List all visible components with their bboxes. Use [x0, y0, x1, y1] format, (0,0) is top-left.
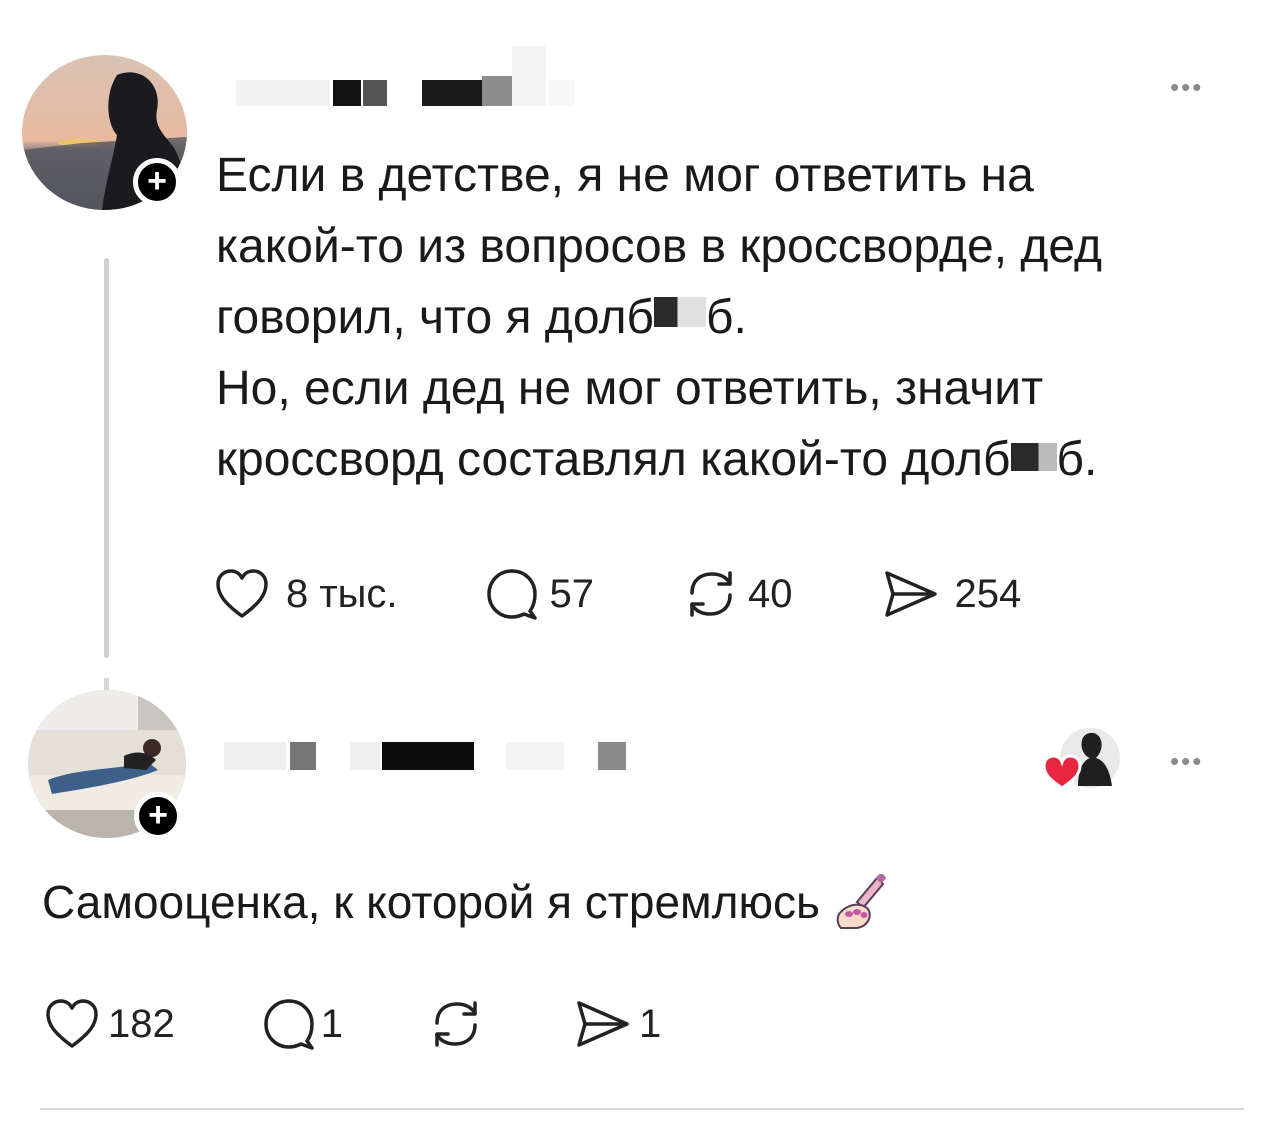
- reply-repost-button[interactable]: [427, 995, 485, 1053]
- reply-like-button[interactable]: 182: [44, 997, 175, 1051]
- redacted-block: [512, 46, 546, 106]
- redacted-block: [422, 80, 482, 106]
- like-count: 8 тыс.: [286, 571, 398, 616]
- reply-comment-button[interactable]: 1: [261, 997, 343, 1051]
- nail-polish-emoji-icon: [833, 873, 893, 930]
- redacted-block: [333, 80, 361, 106]
- speech-bubble-icon: [486, 569, 537, 620]
- send-icon: [577, 1001, 629, 1047]
- repost-icon: [435, 1001, 477, 1047]
- censor-mark: [653, 297, 706, 327]
- reply-text: Самооценка, к которой я стремлюсь: [42, 876, 820, 928]
- heart-icon: [46, 999, 98, 1048]
- share-button[interactable]: 254: [881, 567, 1022, 621]
- post-body: Если в детстве, я не мог ответить на как…: [216, 140, 1256, 495]
- follow-plus-icon[interactable]: +: [134, 792, 182, 840]
- post-more-button[interactable]: •••: [1170, 72, 1203, 103]
- censor-mark: [1010, 443, 1057, 471]
- repost-button[interactable]: 40: [682, 565, 793, 623]
- redacted-block: [482, 76, 512, 106]
- comment-button[interactable]: 57: [484, 567, 595, 621]
- reply-body: Самооценка, к которой я стремлюсь: [42, 873, 893, 930]
- redacted-block: [350, 742, 380, 770]
- post-text-line: какой-то из вопросов в кроссворде, дед: [216, 220, 1103, 273]
- reply-comment-count: 1: [320, 1001, 343, 1046]
- redacted-block: [598, 742, 626, 770]
- post-actions: 8 тыс. 57 40 254: [214, 565, 1021, 623]
- reply-like-count: 182: [108, 1001, 175, 1046]
- redacted-block: [363, 80, 387, 106]
- redacted-block: [290, 742, 316, 770]
- redacted-block: [506, 742, 564, 770]
- comment-count: 57: [549, 571, 595, 616]
- liked-by-author-badge[interactable]: [1040, 726, 1126, 798]
- post-text-fragment: б.: [705, 291, 747, 344]
- repost-count: 40: [748, 571, 793, 616]
- redacted-block: [224, 742, 286, 770]
- heart-icon: [216, 569, 268, 618]
- post-text-fragment: говорил, что я долб: [216, 291, 654, 344]
- follow-plus-icon[interactable]: +: [133, 158, 181, 206]
- share-count: 254: [954, 571, 1022, 616]
- post-text-line: Но, если дед не мог ответить, значит: [216, 362, 1044, 415]
- post-text-line: Если в детстве, я не мог ответить на: [216, 149, 1034, 202]
- like-button[interactable]: 8 тыс.: [214, 567, 398, 621]
- post-text-line: кроссворд составлял какой-то долб б.: [216, 424, 1256, 495]
- reply-share-count: 1: [639, 1001, 662, 1046]
- speech-bubble-icon: [264, 999, 314, 1050]
- redacted-block: [382, 742, 474, 770]
- reply-more-button[interactable]: •••: [1170, 746, 1203, 777]
- redacted-block: [236, 80, 330, 106]
- reply-share-button[interactable]: 1: [573, 997, 661, 1051]
- post-text-fragment: кроссворд составлял какой-то долб: [216, 433, 1011, 486]
- send-icon: [884, 571, 937, 617]
- thread-line: [104, 258, 109, 658]
- repost-icon: [690, 571, 732, 617]
- redacted-block: [548, 80, 574, 106]
- divider: [40, 1108, 1244, 1110]
- post-text-line: говорил, что я долб б.: [216, 282, 1256, 353]
- reply-actions: 182 1 1: [44, 995, 661, 1053]
- post-text-fragment: б.: [1056, 433, 1098, 486]
